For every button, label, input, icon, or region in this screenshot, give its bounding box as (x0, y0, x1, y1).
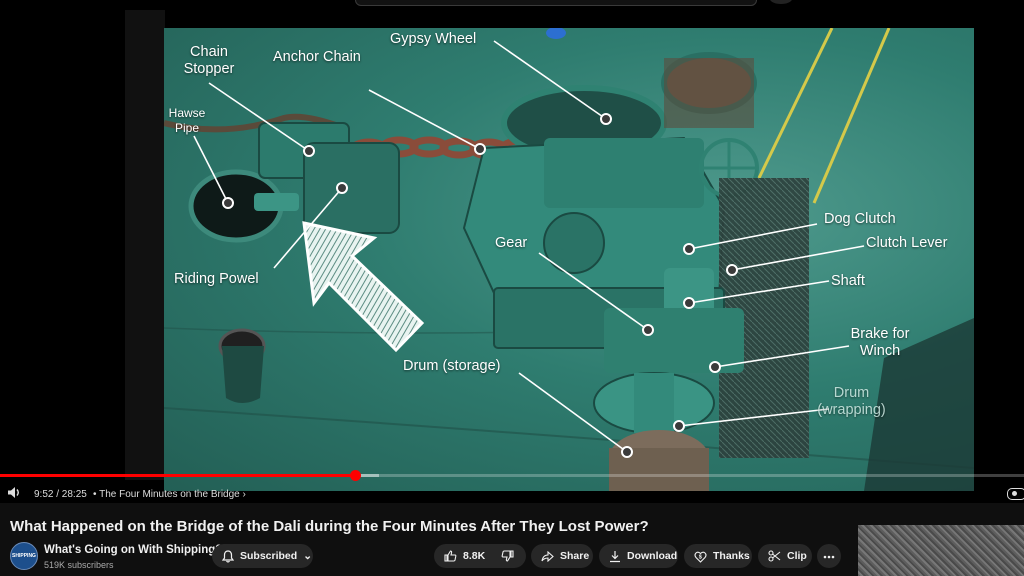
bell-icon (222, 548, 234, 564)
frame-border (125, 10, 165, 480)
channel-name[interactable]: What's Going on With Shipping? (44, 544, 222, 556)
subscriber-count: 519K subscribers (44, 560, 114, 570)
download-icon (609, 548, 621, 564)
share-button[interactable]: Share (531, 544, 593, 568)
avatar[interactable]: SHIPPING (10, 542, 38, 570)
label-gypsy-wheel: Gypsy Wheel (390, 31, 477, 47)
thumbs-down-icon[interactable] (501, 548, 514, 564)
dollar-heart-icon: $ (694, 548, 707, 564)
clip-label: Clip (787, 550, 807, 562)
label-riding-powel: Riding Powel (174, 271, 259, 287)
progress-bar[interactable] (0, 470, 1024, 481)
video-frame: Chain Stopper Anchor Chain Gypsy Wheel H… (164, 28, 974, 491)
share-icon (541, 548, 554, 564)
progress-played (0, 474, 356, 477)
volume-icon[interactable] (8, 487, 22, 498)
svg-text:$: $ (699, 554, 702, 560)
scissors-icon (768, 548, 781, 564)
chevron-right-icon: › (242, 489, 246, 500)
label-clutch-lever: Clutch Lever (866, 235, 948, 251)
subscribed-label: Subscribed (240, 550, 298, 562)
more-horizontal-icon (823, 550, 835, 562)
chapter-label: • The Four Minutes on the Bridge (93, 489, 240, 500)
thanks-button[interactable]: $ Thanks (684, 544, 752, 568)
label-drum-wrapping: Drum (wrapping) (817, 385, 886, 418)
time-display: 9:52 / 28:25 (34, 489, 87, 500)
more-actions-button[interactable] (817, 544, 841, 568)
download-button[interactable]: Download (599, 544, 678, 568)
chapter-button[interactable]: • The Four Minutes on the Bridge › (93, 489, 246, 500)
like-count[interactable]: 8.8K (463, 550, 485, 562)
pointer-arrow (302, 221, 425, 353)
label-brake-for-winch: Brake for Winch (850, 326, 910, 359)
video-player[interactable]: Chain Stopper Anchor Chain Gypsy Wheel H… (0, 0, 1024, 503)
mic-button-remnant (770, 0, 792, 4)
clip-button[interactable]: Clip (758, 544, 812, 568)
subscribed-button[interactable]: Subscribed ⌄ (212, 544, 313, 568)
share-label: Share (560, 550, 590, 562)
download-label: Download (627, 550, 678, 562)
autoplay-toggle[interactable] (1007, 488, 1024, 500)
video-title: What Happened on the Bridge of the Dali … (10, 518, 649, 535)
sidebar-thumbnail[interactable] (858, 525, 1024, 576)
label-shaft: Shaft (831, 273, 865, 289)
like-dislike-group: 8.8K (434, 544, 526, 568)
label-dog-clutch: Dog Clutch (824, 211, 896, 227)
player-controls: 9:52 / 28:25 • The Four Minutes on the B… (0, 480, 1024, 503)
search-bar-remnant (355, 0, 757, 6)
label-chain-stopper: Chain Stopper (183, 44, 235, 77)
thumbs-up-icon[interactable] (444, 548, 457, 564)
label-drum-storage: Drum (storage) (403, 358, 501, 374)
thanks-label: Thanks (713, 550, 750, 562)
windlass-scene (164, 28, 974, 491)
label-gear: Gear (495, 235, 528, 251)
label-hawse-pipe: Hawse Pipe (168, 106, 206, 135)
chevron-down-icon: ⌄ (303, 550, 312, 562)
label-anchor-chain: Anchor Chain (273, 49, 361, 65)
